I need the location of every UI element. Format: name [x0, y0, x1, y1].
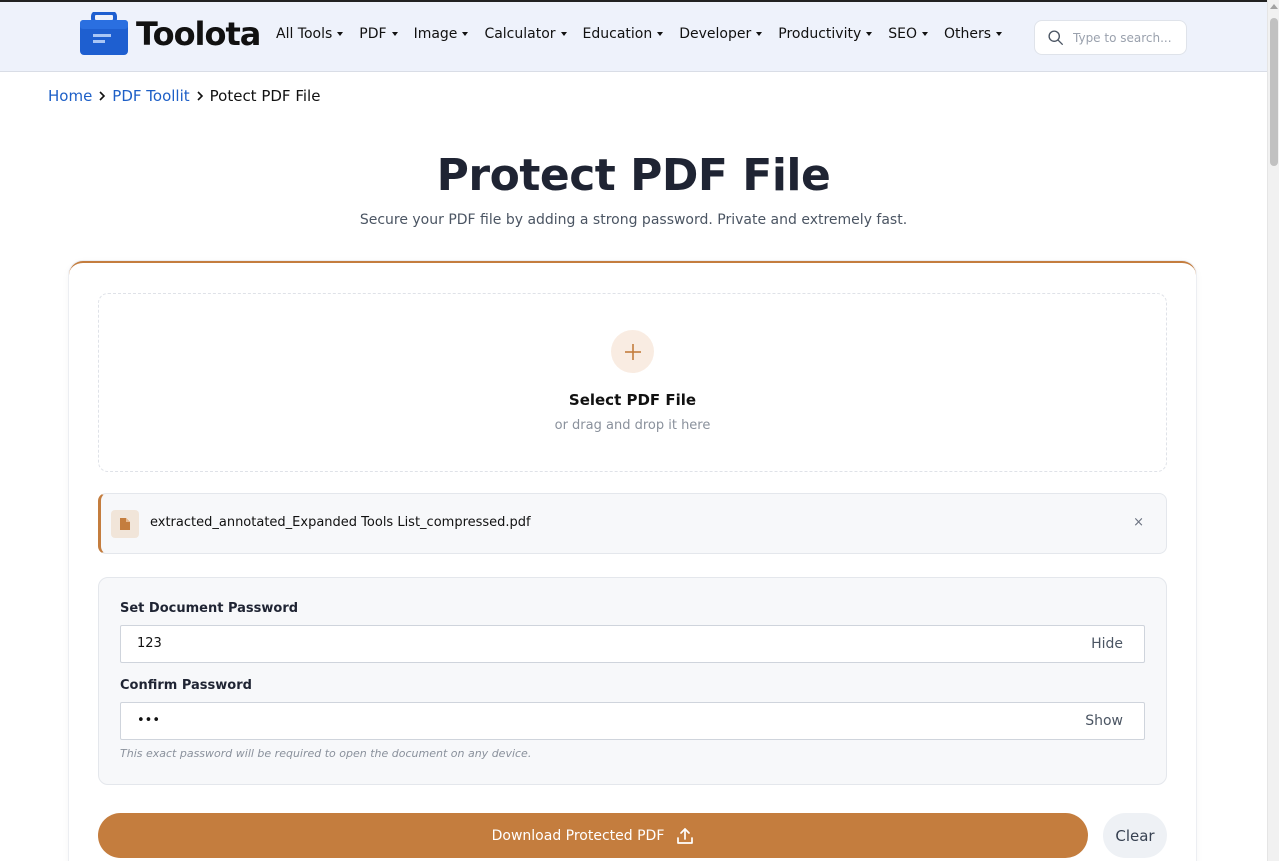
dropzone-title: Select PDF File [568, 391, 697, 409]
plus-icon [624, 343, 641, 360]
chevron-right-icon [99, 91, 106, 101]
breadcrumb: Home PDF Toollit Potect PDF File [48, 87, 320, 105]
nav-all-tools[interactable]: All Tools [276, 26, 344, 42]
page-title: Protect PDF File [436, 150, 831, 201]
password-hint: This exact password will be required to … [120, 747, 532, 760]
breadcrumb-section[interactable]: PDF Toollit [112, 87, 189, 105]
set-password-field[interactable]: 123 Hide [120, 625, 1145, 663]
search-box[interactable] [1034, 20, 1187, 55]
top-header: Toolota All Tools PDF Image Calculator E… [0, 0, 1267, 72]
add-file-button[interactable] [611, 330, 654, 373]
search-input[interactable] [1073, 30, 1183, 45]
caret-down-icon [462, 32, 469, 36]
nav-label: Education [582, 26, 653, 42]
hide-password-toggle[interactable]: Hide [1091, 636, 1123, 652]
confirm-password-field[interactable]: ••• Show [120, 702, 1145, 740]
caret-down-icon [922, 32, 929, 36]
set-password-label: Set Document Password [120, 601, 299, 616]
nav-others[interactable]: Others [944, 26, 1003, 42]
caret-down-icon [866, 32, 873, 36]
set-password-value: 123 [137, 636, 162, 651]
nav-calculator[interactable]: Calculator [484, 26, 567, 42]
logo-text: Toolota [136, 15, 261, 53]
confirm-password-label: Confirm Password [120, 678, 252, 693]
remove-file-button[interactable]: × [1133, 515, 1144, 530]
nav-label: PDF [359, 26, 387, 42]
file-name: extracted_annotated_Expanded Tools List_… [150, 515, 531, 530]
nav-label: Calculator [484, 26, 556, 42]
document-icon [120, 518, 130, 530]
nav-label: All Tools [276, 26, 333, 42]
password-panel: Set Document Password 123 Hide Confirm P… [98, 577, 1167, 785]
clear-button[interactable]: Clear [1103, 813, 1167, 858]
confirm-password-value: ••• [137, 713, 161, 728]
breadcrumb-current: Potect PDF File [209, 87, 321, 105]
nav-developer[interactable]: Developer [679, 26, 763, 42]
logo[interactable]: Toolota [79, 12, 261, 56]
nav-label: Productivity [778, 26, 862, 42]
nav-label: Others [944, 26, 992, 42]
show-password-toggle[interactable]: Show [1085, 713, 1123, 729]
nav-pdf[interactable]: PDF [359, 26, 398, 42]
search-icon [1048, 30, 1063, 45]
page-subtitle: Secure your PDF file by adding a strong … [359, 212, 908, 228]
caret-down-icon [996, 32, 1003, 36]
caret-down-icon [560, 32, 567, 36]
nav-productivity[interactable]: Productivity [778, 26, 873, 42]
chevron-right-icon [197, 91, 203, 101]
nav-label: Developer [679, 26, 752, 42]
nav-education[interactable]: Education [583, 26, 664, 42]
nav-label: Image [413, 26, 458, 42]
nav-image[interactable]: Image [414, 26, 469, 42]
caret-down-icon [391, 32, 398, 36]
scroll-thumb[interactable] [1270, 18, 1278, 166]
dropzone-subtitle: or drag and drop it here [554, 418, 711, 433]
caret-down-icon [756, 32, 763, 36]
caret-down-icon [337, 32, 344, 36]
page-scrollbar[interactable] [1267, 0, 1279, 861]
tool-card: Select PDF File or drag and drop it here… [69, 261, 1196, 861]
caret-down-icon [657, 32, 664, 36]
upload-icon [677, 827, 694, 844]
page: Toolota All Tools PDF Image Calculator E… [0, 0, 1279, 861]
nav-seo[interactable]: SEO [888, 26, 929, 42]
scroll-up-arrow-icon[interactable] [1270, 4, 1278, 9]
toolbox-icon [80, 12, 128, 55]
download-protected-pdf-button[interactable]: Download Protected PDF [98, 813, 1088, 858]
file-icon [111, 510, 139, 538]
nav-label: SEO [888, 26, 918, 42]
download-button-label: Download Protected PDF [491, 827, 665, 844]
breadcrumb-home[interactable]: Home [48, 87, 92, 105]
file-dropzone[interactable]: Select PDF File or drag and drop it here [98, 293, 1167, 472]
selected-file: extracted_annotated_Expanded Tools List_… [98, 493, 1167, 554]
main-nav: All Tools PDF Image Calculator Education… [276, 26, 1018, 42]
